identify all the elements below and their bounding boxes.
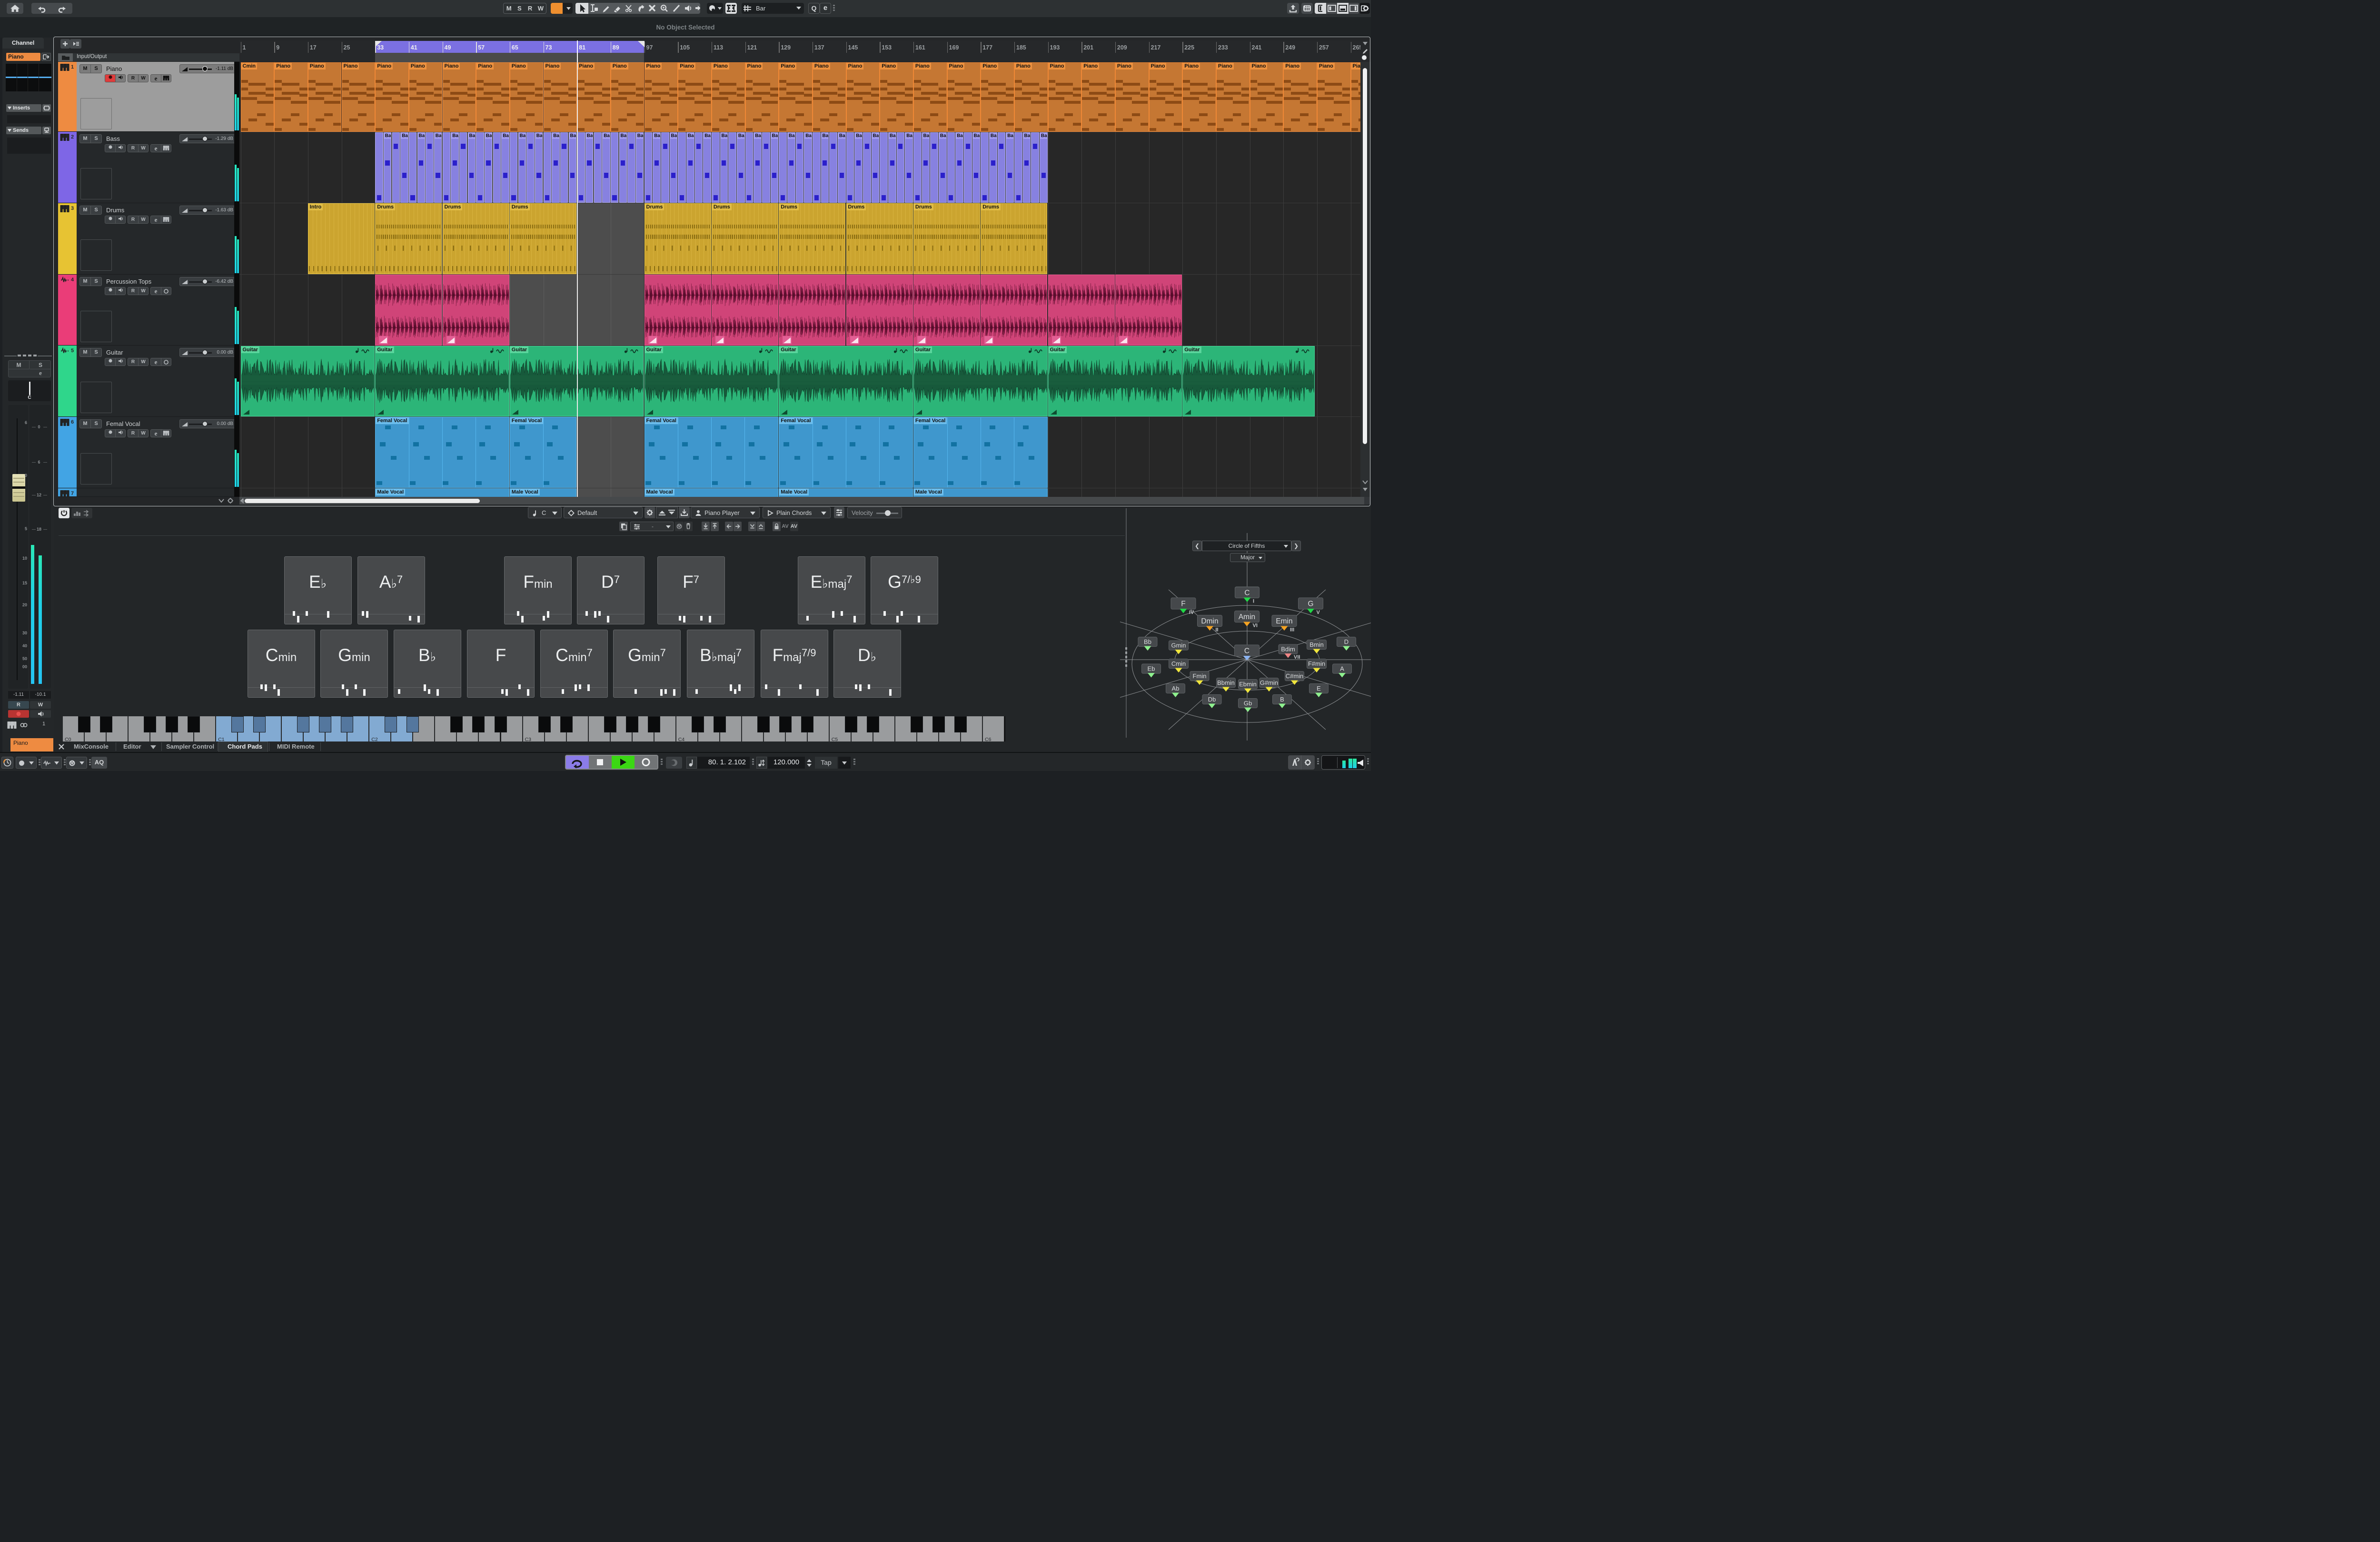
svg-text:Gb: Gb: [1244, 700, 1252, 707]
svg-text:C: C: [1244, 589, 1250, 597]
svg-text:G: G: [1308, 600, 1313, 608]
svg-text:Gmin: Gmin: [1171, 642, 1186, 649]
svg-text:III: III: [1290, 627, 1294, 633]
svg-text:Ebmin: Ebmin: [1239, 681, 1257, 688]
svg-text:C: C: [1244, 647, 1250, 655]
svg-text:F: F: [1181, 600, 1185, 608]
svg-text:IV: IV: [1189, 610, 1194, 615]
svg-text:G#min: G#min: [1260, 679, 1278, 686]
svg-text:Db: Db: [1208, 696, 1216, 703]
svg-text:A: A: [1340, 665, 1344, 672]
svg-text:B: B: [1280, 696, 1284, 703]
svg-text:Bbmin: Bbmin: [1217, 679, 1235, 686]
svg-text:Dmin: Dmin: [1201, 617, 1218, 625]
svg-text:Bb: Bb: [1144, 638, 1151, 645]
svg-text:I: I: [1253, 599, 1254, 604]
svg-text:Bdim: Bdim: [1281, 646, 1295, 653]
svg-text:Bmin: Bmin: [1309, 641, 1324, 648]
svg-text:Emin: Emin: [1276, 617, 1292, 625]
svg-text:VI: VI: [1253, 623, 1258, 629]
svg-text:Amin: Amin: [1239, 613, 1255, 621]
svg-text:Fmin: Fmin: [1193, 672, 1207, 680]
svg-text:II: II: [1216, 627, 1219, 633]
svg-text:V: V: [1317, 610, 1320, 615]
svg-text:C#min: C#min: [1286, 672, 1304, 680]
svg-text:Ab: Ab: [1172, 685, 1180, 692]
svg-text:E: E: [1317, 685, 1321, 692]
svg-text:Eb: Eb: [1148, 665, 1155, 672]
svg-text:Cmin: Cmin: [1171, 660, 1186, 667]
svg-text:VII: VII: [1294, 654, 1300, 660]
svg-text:F#min: F#min: [1308, 660, 1325, 667]
svg-text:D: D: [1344, 638, 1349, 645]
